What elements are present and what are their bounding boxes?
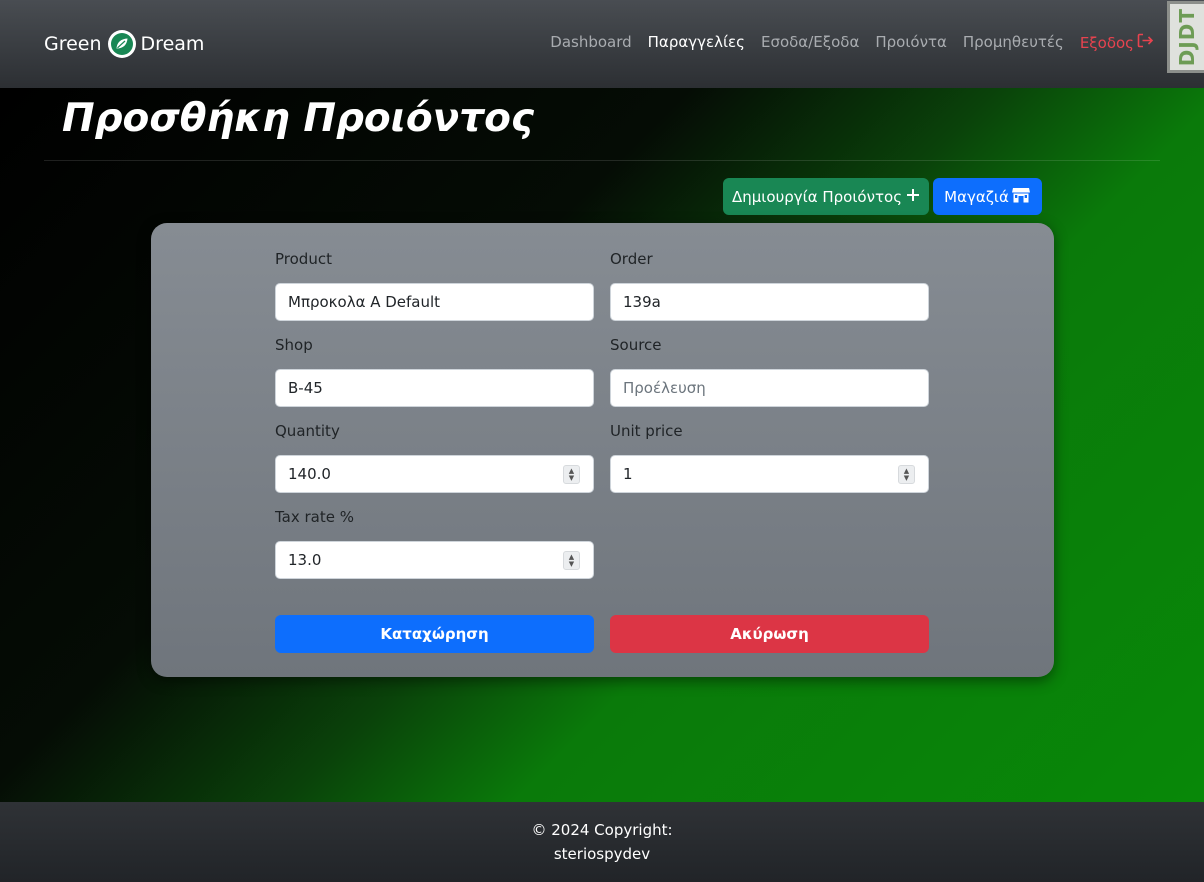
sign-out-icon <box>1137 33 1154 52</box>
source-input[interactable] <box>623 379 916 397</box>
nav-link-products[interactable]: Προιόντα <box>875 33 947 52</box>
brand-name-left: Green <box>44 33 102 55</box>
tax-rate-spinner[interactable]: ▲ ▼ <box>563 551 580 570</box>
product-input[interactable] <box>288 293 581 311</box>
create-product-label: Δημιουργία Προιόντος <box>732 187 902 206</box>
plus-icon <box>906 188 920 206</box>
main-content: Προσθήκη Προιόντος Δημιουργία Προιόντος … <box>0 88 1204 802</box>
nav-link-dashboard[interactable]: Dashboard <box>550 33 631 52</box>
nav-links: Dashboard Παραγγελίες Εσοδα/Εξοδα Προιόν… <box>550 33 1154 52</box>
unit-price-field: Unit price ▲▼ <box>610 421 929 493</box>
tax-rate-stepper[interactable]: ▲▼ <box>275 541 594 579</box>
brand-name-right: Dream <box>140 33 205 55</box>
order-field: Order <box>610 249 929 321</box>
quantity-label: Quantity <box>275 422 340 440</box>
product-label: Product <box>275 250 332 268</box>
source-input-box[interactable] <box>610 369 929 407</box>
order-label: Order <box>610 250 653 268</box>
page-title: Προσθήκη Προιόντος <box>62 96 535 141</box>
order-input[interactable] <box>623 293 916 311</box>
create-product-button[interactable]: Δημιουργία Προιόντος <box>723 178 929 215</box>
product-field: Product <box>275 249 594 321</box>
add-product-form: Product Order Shop Source Quantity <box>151 223 1054 677</box>
quantity-spinner[interactable]: ▲ ▼ <box>563 465 580 484</box>
chevron-down-icon[interactable]: ▼ <box>569 560 574 568</box>
tax-rate-label: Tax rate % <box>275 508 355 526</box>
brand-logo[interactable]: Green Dream <box>44 28 204 60</box>
shop-input[interactable] <box>288 379 581 397</box>
tax-rate-input[interactable] <box>288 551 581 569</box>
quantity-stepper[interactable]: ▲▼ <box>275 455 594 493</box>
nav-link-logout[interactable]: Εξοδος <box>1080 33 1154 52</box>
unit-price-stepper[interactable]: ▲▼ <box>610 455 929 493</box>
shop-label: Μαγαζιά <box>944 187 1009 206</box>
copyright-text: © 2024 Copyright: <box>531 821 673 839</box>
tax-rate-field: Tax rate % ▲▼ <box>275 507 594 579</box>
unit-price-input[interactable] <box>623 465 916 483</box>
debug-toolbar-label: DJDT <box>1175 7 1199 67</box>
shop-field-label: Shop <box>275 336 313 354</box>
unit-price-label: Unit price <box>610 422 683 440</box>
source-field: Source <box>610 335 929 407</box>
submit-button[interactable]: Καταχώρηση <box>275 615 594 653</box>
unit-price-spinner[interactable]: ▲ ▼ <box>898 465 915 484</box>
product-select[interactable] <box>275 283 594 321</box>
quantity-input[interactable] <box>288 465 581 483</box>
nav-link-suppliers[interactable]: Προμηθευτές <box>963 33 1064 52</box>
store-icon <box>1011 186 1031 208</box>
cancel-button[interactable]: Ακύρωση <box>610 615 929 653</box>
nav-link-income-expenses[interactable]: Εσοδα/Εξοδα <box>761 33 859 52</box>
order-select[interactable] <box>610 283 929 321</box>
shop-select[interactable] <box>275 369 594 407</box>
debug-toolbar-handle[interactable]: DJDT <box>1167 1 1204 73</box>
leaf-icon <box>107 30 136 58</box>
footer: © 2024 Copyright: steriospydev <box>0 802 1204 882</box>
shop-field: Shop <box>275 335 594 407</box>
title-divider <box>44 160 1160 161</box>
logout-label: Εξοδος <box>1079 33 1134 52</box>
shop-button[interactable]: Μαγαζιά <box>933 178 1042 215</box>
source-label: Source <box>610 336 662 354</box>
nav-link-orders[interactable]: Παραγγελίες <box>648 33 745 52</box>
chevron-down-icon[interactable]: ▼ <box>904 474 909 482</box>
quantity-field: Quantity ▲▼ <box>275 421 594 493</box>
navbar: Green Dream Dashboard Παραγγελίες Εσοδα/… <box>0 0 1204 88</box>
chevron-down-icon[interactable]: ▼ <box>569 474 574 482</box>
author-link[interactable]: steriospydev <box>0 842 1204 866</box>
